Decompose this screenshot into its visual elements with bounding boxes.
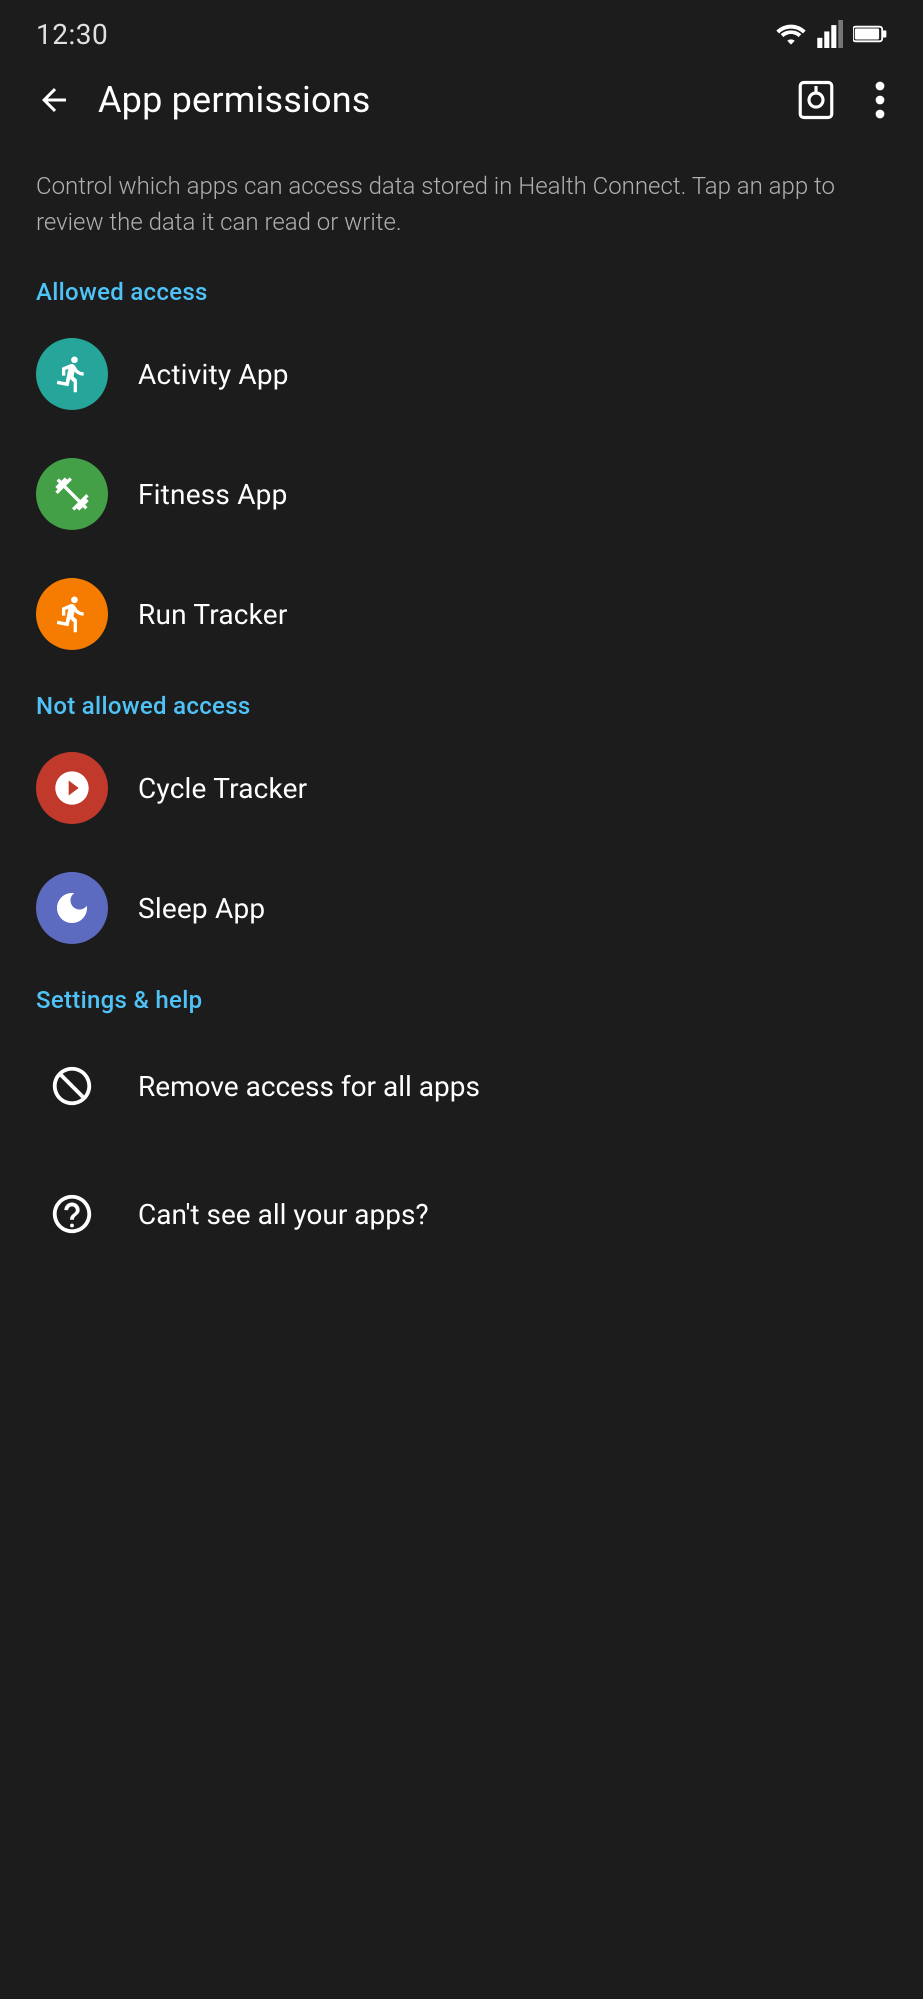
activity-app-item[interactable]: Activity App (0, 314, 923, 434)
cycle-tracker-icon (36, 752, 108, 824)
cycle-tracker-name: Cycle Tracker (138, 772, 307, 805)
settings-help-header: Settings & help (0, 968, 923, 1022)
status-time: 12:30 (36, 18, 108, 51)
remove-access-icon (36, 1050, 108, 1122)
search-apps-button[interactable] (787, 71, 845, 129)
remove-access-item[interactable]: Remove access for all apps (0, 1022, 923, 1150)
fitness-app-item[interactable]: Fitness App (0, 434, 923, 554)
cant-see-apps-label: Can't see all your apps? (138, 1198, 429, 1231)
sleep-app-icon (36, 872, 108, 944)
activity-app-icon (36, 338, 108, 410)
run-tracker-icon (36, 578, 108, 650)
status-icons (775, 20, 887, 48)
fitness-app-icon (36, 458, 108, 530)
back-button[interactable] (28, 74, 80, 126)
allowed-access-header: Allowed access (0, 260, 923, 314)
app-bar-actions (787, 71, 895, 129)
remove-access-label: Remove access for all apps (138, 1070, 480, 1103)
sleep-app-name: Sleep App (138, 892, 265, 925)
wifi-icon (775, 23, 807, 45)
cant-see-apps-item[interactable]: Can't see all your apps? (0, 1150, 923, 1278)
battery-icon (853, 23, 887, 45)
run-tracker-name: Run Tracker (138, 598, 288, 631)
more-options-button[interactable] (865, 71, 895, 129)
phone-container: 12:30 (0, 0, 923, 1999)
sleep-app-item[interactable]: Sleep App (0, 848, 923, 968)
run-tracker-item[interactable]: Run Tracker (0, 554, 923, 674)
cycle-tracker-item[interactable]: Cycle Tracker (0, 728, 923, 848)
help-icon (36, 1178, 108, 1250)
activity-app-name: Activity App (138, 358, 289, 391)
fitness-app-name: Fitness App (138, 478, 288, 511)
page-title: App permissions (98, 79, 769, 121)
status-bar: 12:30 (0, 0, 923, 60)
signal-icon (817, 20, 843, 48)
app-bar: App permissions (0, 60, 923, 140)
not-allowed-access-header: Not allowed access (0, 674, 923, 728)
description-text: Control which apps can access data store… (0, 140, 923, 260)
